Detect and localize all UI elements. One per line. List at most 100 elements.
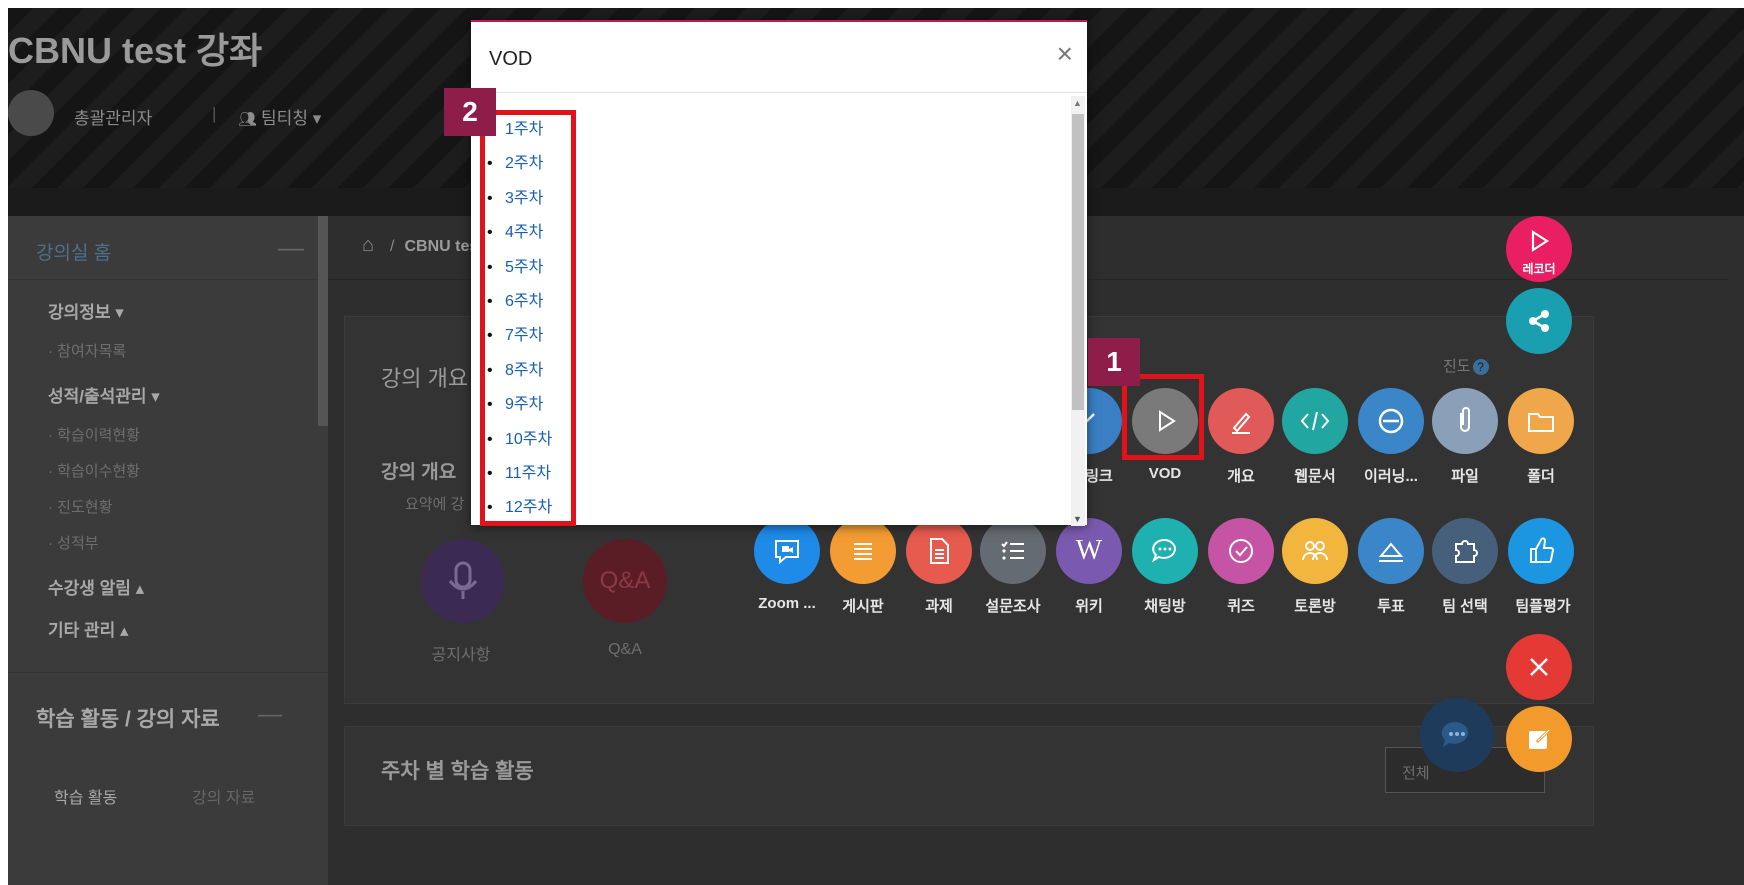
notice-button[interactable] [421, 539, 505, 623]
edit-icon [1529, 728, 1551, 749]
activity-summary[interactable] [1208, 388, 1274, 454]
collapse-icon[interactable]: — [278, 232, 304, 263]
overview-subheading: 강의 개요 [381, 462, 457, 483]
eraser-icon [1378, 542, 1404, 562]
sidebar-group-grades[interactable]: 성적/출석관리 ▾ [48, 382, 160, 407]
activity-zoom[interactable] [754, 518, 820, 584]
avatar[interactable] [8, 90, 54, 136]
activity-file[interactable] [1432, 388, 1498, 454]
activity-quiz[interactable] [1208, 518, 1274, 584]
collapse-icon[interactable]: — [258, 701, 282, 729]
highlight-vod-button [1122, 374, 1204, 460]
sidebar-item-progress[interactable]: · 진도현황 [48, 496, 112, 517]
pencil-icon [1232, 412, 1251, 434]
document-icon [930, 538, 949, 564]
scroll-down-icon[interactable]: ▼ [1073, 514, 1082, 524]
activity-webdoc[interactable] [1282, 388, 1348, 454]
edit-fab-button[interactable] [1506, 706, 1572, 772]
microphone-icon [448, 561, 478, 599]
weekly-activities-section: 주차 별 학습 활동 전체 [344, 726, 1594, 826]
progress-text: 진도 [1443, 358, 1471, 375]
weekly-heading: 주차 별 학습 활동 [381, 760, 534, 783]
chat-bubble-icon [1441, 721, 1469, 747]
scrollbar-thumb[interactable] [1072, 114, 1084, 410]
team-teaching-dropdown[interactable]: 👥︎ 팀티칭 ▾ [238, 104, 321, 129]
activity-board[interactable] [830, 518, 896, 584]
activity-folder-label: 폴더 [1527, 468, 1555, 485]
sidebar-item-learning-history[interactable]: · 학습이력현황 [48, 424, 140, 445]
activity-elearning[interactable] [1358, 388, 1424, 454]
screen-frame: CBNU test 강좌 총괄관리자 | 👥︎ 팀티칭 ▾ 강의실 홈 — 강의정… [8, 8, 1744, 885]
sidebar: 강의실 홈 — 강의정보 ▾ · 참여자목록 성적/출석관리 ▾ · 학습이력현… [8, 216, 328, 885]
code-icon [1300, 411, 1330, 431]
chat-bubble-icon [1151, 538, 1176, 563]
qa-circle-text: Q&A [599, 567, 651, 594]
modal-title: VOD [489, 48, 533, 70]
course-title: CBNU test 강좌 [8, 30, 263, 71]
check-circle-icon [1229, 539, 1253, 563]
thumbs-up-icon [1530, 537, 1555, 563]
tab-learning-activity[interactable]: 학습 활동 [54, 784, 117, 808]
sidebar-item-gradebook[interactable]: · 성적부 [48, 532, 99, 553]
overview-heading: 강의 개요 [381, 366, 469, 391]
sidebar-item-participants[interactable]: · 참여자목록 [48, 340, 126, 361]
activity-folder[interactable] [1508, 388, 1574, 454]
qa-button[interactable]: Q&A [583, 539, 667, 623]
activity-assignment[interactable] [906, 518, 972, 584]
learning-section-title: 학습 활동 / 강의 자료 [36, 708, 220, 731]
paperclip-icon [1460, 407, 1470, 432]
close-fab-button[interactable] [1506, 634, 1572, 700]
checklist-icon [1001, 541, 1024, 560]
sidebar-group-other[interactable]: 기타 관리 ▴ [48, 616, 129, 641]
tab-course-materials[interactable]: 강의 자료 [192, 784, 255, 808]
puzzle-icon [1455, 540, 1478, 563]
play-icon [1531, 229, 1550, 253]
ie-icon [1378, 408, 1404, 434]
share-button[interactable] [1506, 288, 1572, 354]
close-icon[interactable]: × [1057, 40, 1073, 68]
modal-scrollbar[interactable]: ▲ ▼ [1071, 96, 1085, 526]
sidebar-item-completion[interactable]: · 학습이수현황 [48, 460, 140, 481]
sidebar-group-notifications[interactable]: 수강생 알림 ▴ [48, 574, 144, 599]
chat-button[interactable] [1420, 698, 1494, 772]
close-icon [1530, 658, 1548, 676]
activity-survey[interactable] [980, 518, 1046, 584]
activity-discussion[interactable] [1282, 518, 1348, 584]
activity-team-eval[interactable] [1508, 518, 1574, 584]
breadcrumb-separator: / [390, 238, 395, 255]
step-badge-1: 1 [1088, 338, 1140, 386]
video-chat-icon [775, 540, 799, 565]
progress-label: 진도? [1443, 355, 1489, 376]
activity-team-select[interactable] [1432, 518, 1498, 584]
users-icon: 👥︎ [238, 111, 258, 128]
activity-team-select-label: 팀 선택 [1442, 598, 1488, 615]
user-name[interactable]: 총괄관리자 [74, 104, 152, 129]
activity-chat[interactable] [1132, 518, 1198, 584]
wiki-icon: W [1075, 535, 1103, 566]
recorder-label: 레코더 [1522, 262, 1556, 276]
sidebar-tabs: 학습 활동 강의 자료 [8, 762, 328, 826]
activity-vote[interactable] [1358, 518, 1424, 584]
home-icon[interactable]: ⌂ [362, 234, 374, 257]
team-teaching-label: 팀티칭 ▾ [261, 109, 322, 128]
list-icon [854, 543, 872, 560]
sidebar-scrollbar[interactable] [318, 216, 328, 426]
help-icon[interactable]: ? [1472, 359, 1489, 376]
folder-icon [1528, 413, 1554, 432]
breadcrumb-path: / CBNU test [390, 238, 484, 256]
notice-label: 공지사항 [431, 647, 491, 664]
sidebar-home-label: 강의실 홈 [36, 243, 112, 264]
sidebar-group-course-info[interactable]: 강의정보 ▾ [48, 298, 124, 323]
summary-text: 요약에 강 [405, 496, 465, 513]
step-badge-2: 2 [444, 88, 496, 136]
scroll-up-icon[interactable]: ▲ [1073, 98, 1082, 108]
qa-label: Q&A [608, 641, 642, 658]
group-icon [1302, 541, 1328, 561]
sidebar-learning-section: 학습 활동 / 강의 자료 — [8, 672, 328, 762]
header-separator: | [212, 104, 217, 123]
highlight-week-list [480, 110, 576, 526]
activity-team-eval-label: 팀플평가 [1515, 598, 1571, 615]
sidebar-home[interactable]: 강의실 홈 — [8, 216, 328, 280]
share-icon [1529, 310, 1549, 332]
activity-wiki[interactable]: W [1056, 518, 1122, 584]
